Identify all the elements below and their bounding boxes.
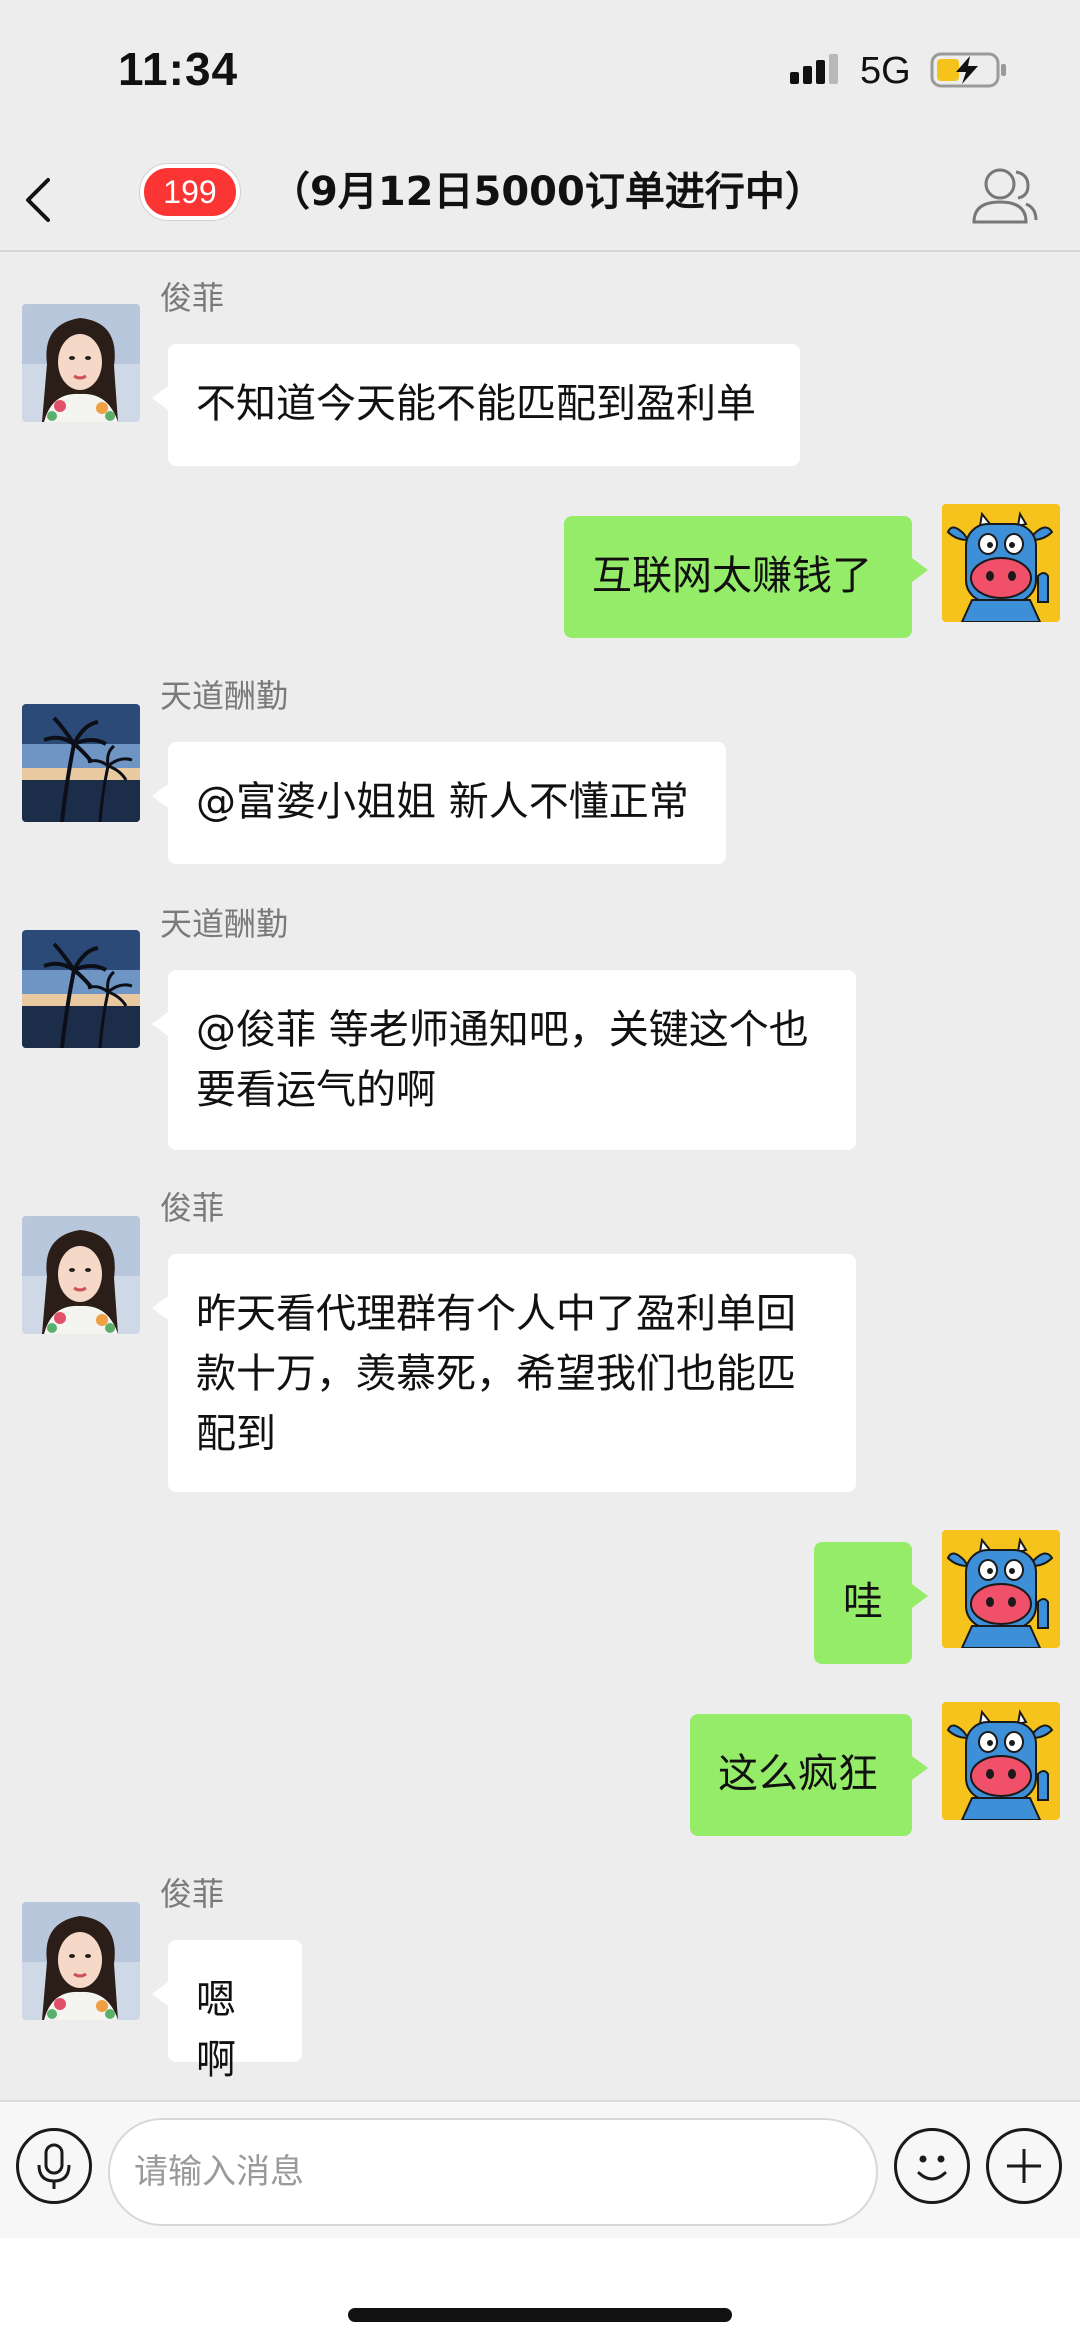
message-text-line: @俊菲 等老师通知吧，关键这个也 (196, 1007, 809, 1053)
input-bar (0, 2100, 1080, 2238)
emoji-button[interactable] (894, 2128, 970, 2204)
palm-tree-sunset-avatar[interactable] (22, 930, 140, 1048)
message-text: 不知道今天能不能匹配到盈利单 (196, 381, 756, 427)
sender-name: 天道酬勤 (160, 677, 289, 715)
unread-count-badge[interactable]: 199 (140, 164, 240, 220)
status-time: 11:34 (118, 43, 239, 95)
more-button[interactable] (986, 2128, 1062, 2204)
message-list[interactable]: 俊菲 不知道今天能不能匹配到盈利单 互联网太赚钱了 天道酬勤 @富婆小姐姐 新人… (0, 252, 1080, 2100)
chat-title: （9月12日5000订单进行中） (270, 169, 825, 215)
message-text: @富婆小姐姐 新人不懂正常 (196, 779, 689, 825)
plus-icon (1007, 2149, 1041, 2183)
status-bar: 11:34 5G (0, 0, 1080, 140)
message-bubble[interactable]: 嗯啊 (152, 1940, 302, 2083)
message-bubble[interactable]: 互联网太赚钱了 (564, 516, 928, 638)
cartoon-cow-avatar[interactable] (942, 1530, 1060, 1648)
message-bubble[interactable]: @俊菲 等老师通知吧，关键这个也 要看运气的啊 (152, 970, 856, 1150)
home-indicator[interactable] (348, 2308, 732, 2322)
message-bubble[interactable]: 昨天看代理群有个人中了盈利单回 款十万，羡慕死，希望我们也能匹 配到 (152, 1254, 856, 1492)
woman-avatar[interactable] (22, 304, 140, 422)
message-bubble[interactable]: 哇 (814, 1542, 928, 1664)
cartoon-cow-avatar[interactable] (942, 1702, 1060, 1820)
chat-header: 199 （9月12日5000订单进行中） (0, 140, 1080, 252)
voice-button[interactable] (16, 2128, 92, 2204)
message-text: 这么疯狂 (718, 1751, 878, 1797)
sender-name: 俊菲 (160, 1875, 225, 1913)
back-button[interactable] (18, 170, 68, 230)
cartoon-cow-avatar[interactable] (942, 504, 1060, 622)
message-bubble[interactable]: 这么疯狂 (690, 1714, 928, 1836)
message-bubble[interactable]: @富婆小姐姐 新人不懂正常 (152, 742, 726, 864)
palm-tree-sunset-avatar[interactable] (22, 704, 140, 822)
woman-avatar[interactable] (22, 1216, 140, 1334)
message-text-line: 配到 (196, 1411, 276, 1457)
group-members-button[interactable] (970, 162, 1040, 228)
network-type: 5G (860, 50, 911, 92)
battery-charging-icon (930, 50, 1010, 94)
woman-avatar[interactable] (22, 1902, 140, 2020)
message-text-line: 款十万，羡慕死，希望我们也能匹 (196, 1351, 796, 1397)
cellular-signal-icon (790, 52, 848, 90)
chevron-left-icon (26, 178, 50, 222)
message-input[interactable] (108, 2118, 878, 2226)
message-text: 哇 (843, 1579, 883, 1625)
microphone-icon (37, 2143, 71, 2189)
sender-name: 俊菲 (160, 1189, 225, 1227)
message-bubble[interactable]: 不知道今天能不能匹配到盈利单 (152, 344, 800, 466)
sender-name: 俊菲 (160, 279, 225, 317)
smiley-icon (917, 2155, 947, 2181)
home-indicator-area (0, 2238, 1080, 2337)
group-members-icon (972, 168, 1038, 224)
message-text-line: 昨天看代理群有个人中了盈利单回 (196, 1291, 796, 1337)
message-text: 互联网太赚钱了 (592, 553, 872, 599)
message-text-line: 要看运气的啊 (196, 1067, 436, 1113)
sender-name: 天道酬勤 (160, 905, 289, 943)
message-text: 嗯啊 (196, 1977, 236, 2083)
